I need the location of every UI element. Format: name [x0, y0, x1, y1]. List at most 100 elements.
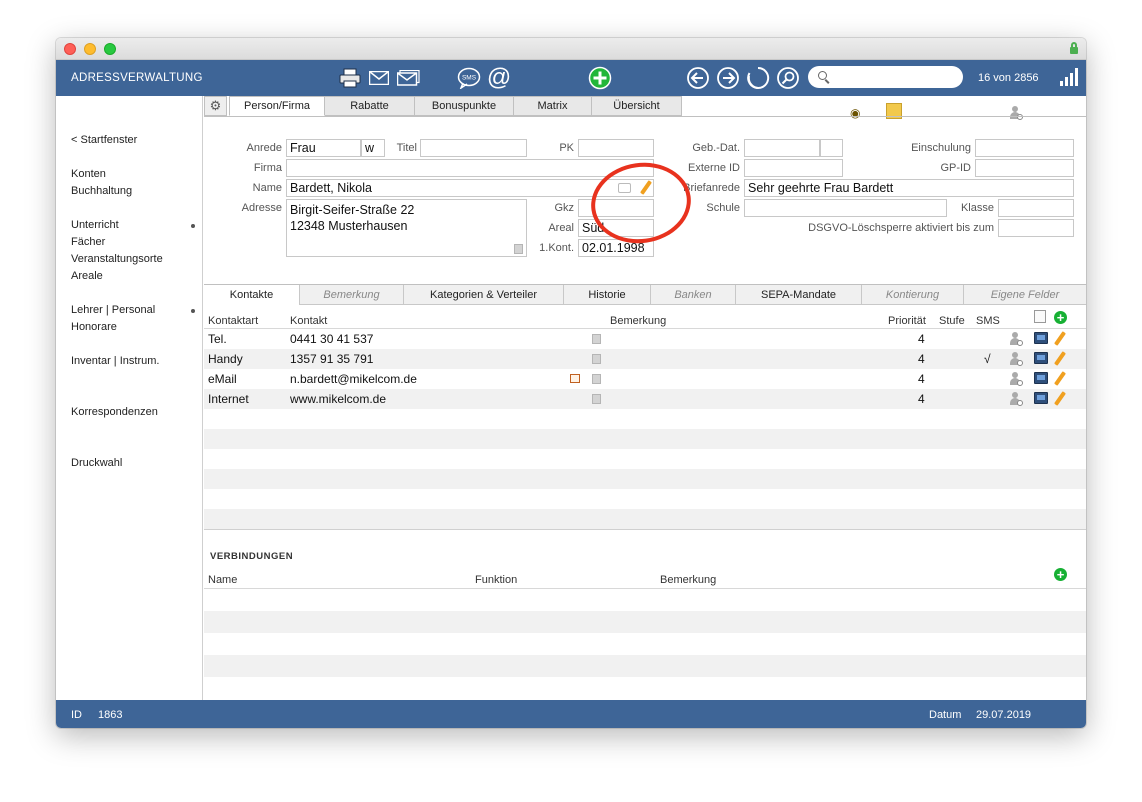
edit-pencil-icon[interactable]	[1054, 391, 1066, 406]
gebdat-field[interactable]	[744, 139, 820, 157]
remark-note-icon[interactable]	[592, 354, 601, 364]
gender-field[interactable]: w	[361, 139, 385, 157]
sidebar-item-korrespondenzen[interactable]: Korrespondenzen	[71, 406, 158, 418]
anrede-field[interactable]: Frau	[286, 139, 361, 157]
search-input[interactable]	[808, 66, 963, 88]
refresh-icon[interactable]	[746, 66, 770, 90]
toolbar: ADRESSVERWALTUNG SMS @ 16 von 2856	[56, 60, 1086, 96]
table-row[interactable]: Tel. 0441 30 41 537 4	[204, 329, 1086, 349]
empty-row	[204, 655, 1086, 677]
briefanrede-field[interactable]: Sehr geehrte Frau Bardett	[744, 179, 1074, 197]
remark-note-icon[interactable]	[592, 374, 601, 384]
subtab-banken[interactable]: Banken	[651, 285, 736, 305]
col-sms: SMS	[976, 315, 1000, 327]
add-contact-icon[interactable]: +	[1054, 311, 1067, 324]
contact-value: 1357 91 35 791	[290, 352, 374, 366]
col-stufe: Stufe	[939, 315, 965, 327]
edit-pencil-icon[interactable]	[1054, 371, 1066, 386]
tab-uebersicht[interactable]: Übersicht	[592, 96, 682, 116]
person-settings-icon[interactable]	[1010, 372, 1023, 386]
firma-field[interactable]	[286, 159, 654, 177]
magnifier-icon[interactable]	[776, 66, 800, 90]
arrow-right-icon[interactable]	[716, 66, 740, 90]
main-content: ⚙ Person/Firma Rabatte Bonuspunkte Matri…	[204, 96, 1086, 700]
at-icon[interactable]: @	[486, 64, 512, 91]
externe-id-field[interactable]	[744, 159, 843, 177]
pk-field[interactable]	[578, 139, 654, 157]
tab-bonuspunkte[interactable]: Bonuspunkte	[415, 96, 514, 116]
sidebar-item-areale[interactable]: Areale	[71, 270, 103, 282]
contact-sms-check: √	[984, 352, 991, 366]
col-verbindung-bemerkung: Bemerkung	[660, 574, 717, 586]
sidebar-item-faecher[interactable]: Fächer	[71, 236, 105, 248]
klasse-field[interactable]	[998, 199, 1074, 217]
sms-icon[interactable]: SMS	[457, 66, 481, 90]
gear-icon[interactable]: ⚙	[204, 96, 227, 116]
status-bar: ID 1863 Datum 29.07.2019	[56, 700, 1086, 728]
sidebar-item-veranstaltungsorte[interactable]: Veranstaltungsorte	[71, 253, 163, 265]
add-connection-icon[interactable]: +	[1054, 568, 1067, 581]
remark-note-icon[interactable]	[592, 394, 601, 404]
person-form: Anrede Frau w Titel PK Firma Name Bardet…	[204, 116, 1086, 285]
subtab-kontakte[interactable]: Kontakte	[204, 285, 300, 305]
mail-icon[interactable]	[368, 66, 390, 90]
dsgvo-label: DSGVO-Löschsperre aktiviert bis zum	[808, 222, 994, 234]
einschulung-field[interactable]	[975, 139, 1074, 157]
empty-row	[204, 449, 1086, 469]
subtab-sepa-mandate[interactable]: SEPA-Mandate	[736, 285, 862, 305]
adresse-field[interactable]: Birgit-Seifer-Straße 22 12348 Musterhaus…	[286, 199, 527, 257]
sidebar-item-buchhaltung[interactable]: Buchhaltung	[71, 185, 132, 197]
svg-text:SMS: SMS	[462, 75, 477, 82]
person-settings-icon[interactable]	[1010, 332, 1023, 346]
table-row[interactable]: Handy 1357 91 35 791 4 √	[204, 349, 1086, 369]
tab-person-firma[interactable]: Person/Firma	[229, 96, 325, 116]
arrow-left-icon[interactable]	[686, 66, 710, 90]
tab-matrix[interactable]: Matrix	[514, 96, 592, 116]
close-window-button[interactable]	[64, 43, 76, 55]
col-name: Name	[208, 574, 238, 586]
serial-mail-icon[interactable]	[397, 66, 421, 90]
sidebar-item-konten[interactable]: Konten	[71, 168, 106, 180]
person-settings-icon[interactable]	[1010, 392, 1023, 406]
subtab-eigene-felder[interactable]: Eigene Felder	[964, 285, 1086, 305]
subtab-kategorien[interactable]: Kategorien & Verteiler	[404, 285, 564, 305]
table-row[interactable]: Internet www.mikelcom.de 4	[204, 389, 1086, 409]
pk-label: PK	[559, 142, 574, 154]
sidebar-item-inventar[interactable]: Inventar | Instrum.	[71, 355, 159, 367]
zoom-window-button[interactable]	[104, 43, 116, 55]
send-email-icon[interactable]	[570, 374, 580, 383]
firma-label: Firma	[253, 162, 282, 174]
monitor-icon[interactable]	[1034, 332, 1048, 344]
sidebar-item-lehrer-personal[interactable]: Lehrer | Personal	[71, 304, 155, 316]
monitor-icon[interactable]	[1034, 352, 1048, 364]
schule-field[interactable]	[744, 199, 947, 217]
tab-rabatte[interactable]: Rabatte	[325, 96, 415, 116]
record-tabs: Person/Firma Rabatte Bonuspunkte Matrix …	[229, 96, 682, 116]
add-record-icon[interactable]	[588, 66, 612, 90]
gpid-field[interactable]	[975, 159, 1074, 177]
edit-pencil-icon[interactable]	[1054, 351, 1066, 366]
minimize-window-button[interactable]	[84, 43, 96, 55]
remark-note-icon[interactable]	[592, 334, 601, 344]
titel-field[interactable]	[420, 139, 527, 157]
list-view-icon[interactable]	[1034, 310, 1046, 323]
person-settings-icon[interactable]	[1010, 352, 1023, 366]
subtab-bemerkung[interactable]: Bemerkung	[300, 285, 404, 305]
gebdat-age-field[interactable]	[820, 139, 843, 157]
subtab-kontierung[interactable]: Kontierung	[862, 285, 964, 305]
sidebar-dot-lehrer	[191, 309, 195, 313]
subtab-historie[interactable]: Historie	[564, 285, 651, 305]
empty-row	[204, 677, 1086, 699]
sidebar-item-startfenster[interactable]: < Startfenster	[71, 134, 137, 146]
address-note-icon[interactable]	[514, 244, 523, 254]
monitor-icon[interactable]	[1034, 392, 1048, 404]
dsgvo-field[interactable]	[998, 219, 1074, 237]
print-icon[interactable]	[339, 66, 361, 90]
col-bemerkung: Bemerkung	[610, 315, 667, 327]
sidebar-item-druckwahl[interactable]: Druckwahl	[71, 457, 122, 469]
edit-pencil-icon[interactable]	[1054, 331, 1066, 346]
sidebar-item-unterricht[interactable]: Unterricht	[71, 219, 119, 231]
table-row[interactable]: eMail n.bardett@mikelcom.de 4	[204, 369, 1086, 389]
monitor-icon[interactable]	[1034, 372, 1048, 384]
sidebar-item-honorare[interactable]: Honorare	[71, 321, 117, 333]
